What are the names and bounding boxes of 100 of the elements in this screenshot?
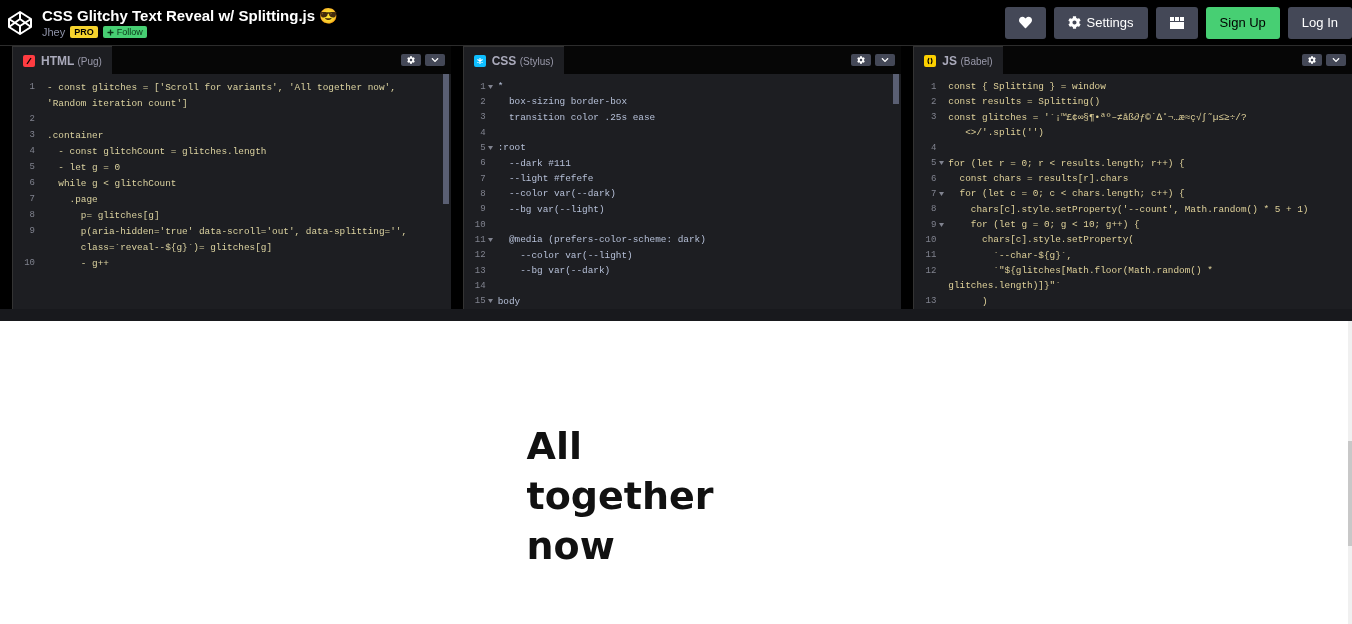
settings-button[interactable]: Settings xyxy=(1053,6,1148,39)
code-line: chars[c].style.setProperty('--count', Math.random() * 5 + 1) xyxy=(969,203,1309,215)
code-line: --dark #111 xyxy=(507,157,571,169)
code-line: `--char-${g}`, xyxy=(992,249,1073,261)
line-number: 9 xyxy=(28,226,35,236)
line-number: 8 xyxy=(929,204,937,215)
line-number: 8 xyxy=(479,188,486,199)
line-number: 6 xyxy=(929,173,937,184)
editor-settings-button[interactable] xyxy=(1302,54,1322,66)
collapse-button[interactable] xyxy=(875,54,896,66)
line-number: 3 xyxy=(28,130,35,140)
fold-arrow-icon[interactable] xyxy=(488,145,494,150)
code-line: --light #fefefe xyxy=(507,173,594,185)
line-number: 12 xyxy=(924,265,937,276)
line-number: 13 xyxy=(924,296,937,307)
code-line: .container xyxy=(46,129,104,141)
code-line: for (let r = 0; r < results.length; r++) { xyxy=(947,157,1185,169)
line-number: 7 xyxy=(479,173,486,184)
settings-icon xyxy=(1308,56,1316,64)
editor-settings-button[interactable] xyxy=(851,54,872,66)
code-line: --color var(--light) xyxy=(519,249,633,261)
fold-arrow-icon[interactable] xyxy=(938,161,944,166)
line-number: 2 xyxy=(28,114,35,124)
layout-icon xyxy=(1169,16,1184,29)
line-number: 7 xyxy=(28,194,35,204)
line-number: 11 xyxy=(473,234,486,245)
logo-icon[interactable] xyxy=(6,8,34,37)
code-line: class=`reveal--${g}`)= glitches[g] xyxy=(79,241,273,253)
js-language-icon xyxy=(924,54,937,67)
editor-tab[interactable]: JS (Babel) xyxy=(914,46,1003,74)
line-number: 2 xyxy=(479,97,486,107)
collapse-button[interactable] xyxy=(1326,54,1346,66)
line-number: 5 xyxy=(479,142,486,153)
editor-tab[interactable]: HTML (Pug) xyxy=(13,46,112,74)
code-line: box-sizing border-box xyxy=(507,96,628,108)
code-line: - let g = 0 xyxy=(57,161,121,173)
page-scrollbar[interactable] xyxy=(1348,321,1352,624)
line-number: 10 xyxy=(23,258,35,268)
line-number: 1 xyxy=(28,82,35,92)
line-number: 14 xyxy=(473,280,486,291)
author-name[interactable]: Jhey xyxy=(42,26,66,38)
code-line: for (let c = 0; c < chars.length; c++) { xyxy=(958,188,1185,200)
sign-up-button[interactable]: Sign Up xyxy=(1205,6,1280,39)
line-number: 11 xyxy=(924,250,937,261)
line-number: 13 xyxy=(473,265,486,276)
line-number: 5 xyxy=(28,162,35,172)
line-number: 8 xyxy=(28,210,35,220)
code-line: :root xyxy=(496,142,526,154)
html-language-icon xyxy=(23,54,35,67)
code-line: * xyxy=(496,81,504,93)
line-number: 7 xyxy=(929,188,937,199)
code-line: ) xyxy=(981,295,988,307)
line-number: 1 xyxy=(479,81,486,92)
fold-arrow-icon[interactable] xyxy=(488,299,494,304)
code-line: @media (prefers-color-scheme: dark) xyxy=(507,234,706,246)
line-number: 2 xyxy=(929,97,937,107)
line-number: 4 xyxy=(479,127,486,138)
code-line: --bg var(--light) xyxy=(507,203,605,215)
chevron-down-icon xyxy=(430,56,439,64)
line-number: 1 xyxy=(929,81,937,92)
pen-title: CSS Glitchy Text Reveal w/ Splitting.js 😎 xyxy=(42,7,339,25)
pro-badge: PRO xyxy=(70,26,98,38)
scrollbar-thumb[interactable] xyxy=(893,74,900,104)
editor-settings-button[interactable] xyxy=(400,54,421,66)
code-line: const chars = results[r].chars xyxy=(958,173,1129,185)
preview-heading: All together now xyxy=(526,423,715,570)
scrollbar-thumb[interactable] xyxy=(442,74,449,204)
code-line: --bg var(--dark) xyxy=(519,265,611,277)
settings-icon xyxy=(1067,16,1081,29)
fold-arrow-icon[interactable] xyxy=(938,191,944,196)
line-number: 3 xyxy=(479,112,486,123)
code-line: for (let g = 0; g < 10; g++) { xyxy=(969,219,1140,231)
code-line: const { Splitting } = window xyxy=(947,81,1106,93)
code-line: while g < glitchCount xyxy=(57,177,177,189)
code-line: p(aria-hidden='true' data-scroll='out', data-splitting='', xyxy=(79,225,408,237)
line-number: 10 xyxy=(473,219,486,230)
like-button[interactable] xyxy=(1004,6,1046,39)
editor-tab[interactable]: CSS (Stylus) xyxy=(463,46,564,74)
css-language-icon xyxy=(473,54,486,67)
heart-icon xyxy=(1018,16,1032,29)
layout-button[interactable] xyxy=(1155,6,1198,39)
log-in-button[interactable]: Log In xyxy=(1287,6,1352,39)
follow-button[interactable]: Follow xyxy=(102,26,147,38)
line-number: 4 xyxy=(28,146,35,156)
line-number: 5 xyxy=(929,158,937,169)
code-line: glitches.length)]}"` xyxy=(947,280,1061,292)
fold-arrow-icon[interactable] xyxy=(488,237,494,242)
line-number: 10 xyxy=(924,234,937,245)
code-line: - const glitchCount = glitches.length xyxy=(57,145,267,157)
fold-arrow-icon[interactable] xyxy=(938,222,944,227)
line-number: 3 xyxy=(929,112,937,123)
line-number: 6 xyxy=(479,158,486,169)
chevron-down-icon xyxy=(881,56,890,64)
code-line: <>/'.split('') xyxy=(964,127,1044,139)
plus-icon xyxy=(106,28,114,36)
collapse-button[interactable] xyxy=(424,54,445,66)
code-line: - const glitches = ['Scroll for variants', 'All together now', xyxy=(46,81,396,93)
line-number: 4 xyxy=(929,142,937,153)
fold-arrow-icon[interactable] xyxy=(488,84,494,89)
code-line: .page xyxy=(68,193,98,205)
